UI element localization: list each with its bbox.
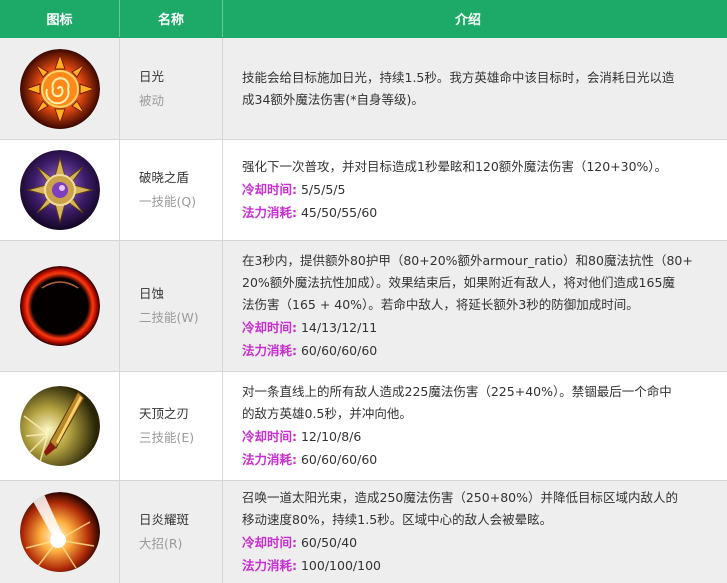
skill-row-passive: 日光 被动 技能会给目标施加日光，持续1.5秒。我方英雄命中该目标时，会消耗日光… bbox=[0, 38, 727, 140]
cooldown-line: 冷却时间: 12/10/8/6 bbox=[242, 425, 361, 448]
eclipse-icon bbox=[19, 266, 100, 346]
skill-type: 一技能(Q) bbox=[139, 194, 197, 209]
mana-label: 法力消耗: bbox=[242, 205, 297, 220]
mana-value: 60/60/60/60 bbox=[300, 343, 378, 358]
skill-desc-line: 法伤害（165 + 40%）。若命中敌人，将延长额外3秒的防御加成时间。 bbox=[242, 297, 639, 312]
skill-desc-line: 在3秒内，提供额外80护甲（80+20%额外armour_ratio）和80魔法… bbox=[242, 253, 693, 268]
skill-name: 日蚀 bbox=[139, 286, 165, 301]
skill-row-w: 日蚀 二技能(W) 在3秒内，提供额外80护甲（80+20%额外armour_r… bbox=[0, 241, 727, 372]
skill-name: 天顶之刃 bbox=[139, 406, 190, 421]
mana-label: 法力消耗: bbox=[242, 452, 297, 467]
mana-line: 法力消耗: 100/100/100 bbox=[242, 554, 381, 577]
cooldown-label: 冷却时间: bbox=[242, 429, 297, 444]
solar-flare-icon bbox=[19, 492, 100, 572]
cooldown-value: 12/10/8/6 bbox=[300, 429, 362, 444]
dawn-shield-icon bbox=[19, 150, 100, 230]
cooldown-value: 14/13/12/11 bbox=[300, 320, 378, 335]
skill-desc-line: 的敌方英雄0.5秒，并冲向他。 bbox=[242, 406, 412, 421]
table-header: 图标 名称 介绍 bbox=[0, 0, 727, 38]
cooldown-label: 冷却时间: bbox=[242, 320, 297, 335]
header-icon: 图标 bbox=[0, 0, 120, 37]
mana-value: 100/100/100 bbox=[300, 558, 381, 573]
skill-type: 三技能(E) bbox=[139, 430, 195, 445]
skill-name: 破晓之盾 bbox=[139, 170, 190, 185]
cooldown-line: 冷却时间: 60/50/40 bbox=[242, 531, 357, 554]
cooldown-value: 5/5/5/5 bbox=[300, 182, 346, 197]
skill-type: 被动 bbox=[139, 92, 165, 108]
mana-value: 60/60/60/60 bbox=[300, 452, 378, 467]
cooldown-line: 冷却时间: 14/13/12/11 bbox=[242, 316, 377, 339]
skill-desc-line: 对一条直线上的所有敌人造成225魔法伤害（225+40%）。禁锢最后一个命中 bbox=[242, 384, 672, 399]
skill-desc-line: 成34额外魔法伤害(*自身等级)。 bbox=[242, 91, 424, 107]
skill-row-r: 日炎耀斑 大招(R) 召唤一道太阳光束，造成250魔法伤害（250+80%）并降… bbox=[0, 481, 727, 583]
skill-desc-line: 技能会给目标施加日光，持续1.5秒。我方英雄命中该目标时，会消耗日光以造 bbox=[242, 69, 675, 85]
mana-line: 法力消耗: 45/50/55/60 bbox=[242, 201, 377, 224]
skill-desc-line: 召唤一道太阳光束，造成250魔法伤害（250+80%）并降低目标区域内敌人的 bbox=[242, 490, 678, 505]
skill-type: 大招(R) bbox=[139, 536, 183, 551]
skill-desc-line: 强化下一次普攻，并对目标造成1秒晕眩和120额外魔法伤害（120+30%）。 bbox=[242, 159, 668, 174]
cooldown-line: 冷却时间: 5/5/5/5 bbox=[242, 178, 345, 201]
skill-row-q: 破晓之盾 一技能(Q) 强化下一次普攻，并对目标造成1秒晕眩和120额外魔法伤害… bbox=[0, 140, 727, 241]
skills-table: 图标 名称 介绍 日光 被动 技能会给目标施加日光，持续1.5秒。我方英雄命中该… bbox=[0, 0, 727, 583]
cooldown-value: 60/50/40 bbox=[300, 535, 358, 550]
skill-name: 日光 bbox=[139, 68, 165, 84]
sun-swirl-icon bbox=[19, 48, 100, 129]
header-desc: 介绍 bbox=[454, 13, 481, 28]
skill-desc-line: 移动速度80%，持续1.5秒。区域中心的敌人会被晕眩。 bbox=[242, 512, 553, 527]
mana-label: 法力消耗: bbox=[242, 343, 297, 358]
mana-value: 45/50/55/60 bbox=[300, 205, 378, 220]
header-name: 名称 bbox=[120, 0, 223, 37]
mana-line: 法力消耗: 60/60/60/60 bbox=[242, 448, 377, 471]
skill-desc-line: 20%额外魔法抗性加成）。效果结束后，如果附近有敌人，将对他们造成165魔 bbox=[242, 275, 675, 290]
cooldown-label: 冷却时间: bbox=[242, 535, 297, 550]
skill-row-e: 天顶之刃 三技能(E) 对一条直线上的所有敌人造成225魔法伤害（225+40%… bbox=[0, 372, 727, 481]
zenith-blade-icon bbox=[19, 386, 100, 466]
skill-type: 二技能(W) bbox=[139, 310, 199, 325]
mana-label: 法力消耗: bbox=[242, 558, 297, 573]
cooldown-label: 冷却时间: bbox=[242, 182, 297, 197]
skill-name: 日炎耀斑 bbox=[139, 512, 190, 527]
mana-line: 法力消耗: 60/60/60/60 bbox=[242, 339, 377, 362]
